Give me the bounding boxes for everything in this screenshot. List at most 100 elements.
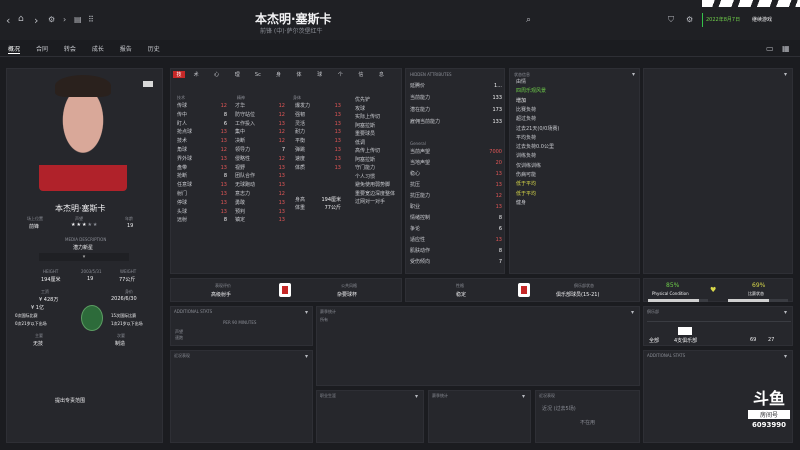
general-attr-value: 7: [498, 259, 502, 265]
hidden-attr-value: 133: [492, 119, 502, 125]
not-used-text: 不在用: [580, 420, 596, 426]
mental-attr-label: 意志力: [235, 191, 251, 197]
general-attr-label: 肌肤动作: [410, 248, 431, 254]
additional-title: ADDITIONAL STATS: [174, 309, 213, 314]
hidden-attr-value: 173: [492, 107, 502, 113]
physical-attr-row[interactable]: 体质 13: [295, 163, 341, 174]
general-attr-row[interactable]: 当前声望 7000: [410, 147, 502, 158]
attr-tab-7[interactable]: 球: [310, 71, 329, 78]
shield-icon[interactable]: ⛉: [668, 15, 674, 25]
settings-small-icon[interactable]: ⚙: [48, 15, 55, 24]
season-title: 赛季统计: [320, 309, 336, 314]
attr-tab-9[interactable]: 信: [351, 71, 370, 78]
style-value: 杂要球杯: [337, 292, 358, 298]
next-icon[interactable]: ›: [63, 15, 66, 24]
general-attr-label: 职业: [410, 204, 421, 210]
status-expand-icon[interactable]: ▾: [632, 71, 635, 78]
tab-transfer[interactable]: 转会: [64, 46, 76, 53]
attr-tab-10[interactable]: 息: [372, 71, 391, 78]
forward-icon[interactable]: ›: [34, 14, 38, 27]
attr-tab-8[interactable]: 个: [331, 71, 350, 78]
attr-tab-5[interactable]: 身: [269, 71, 288, 78]
layout-icon[interactable]: ▦: [782, 44, 790, 53]
tab-report[interactable]: 报告: [120, 46, 132, 53]
mental-attr-label: 侵略性: [235, 155, 251, 162]
mental-attr-value: 13: [278, 217, 285, 224]
watermark-room-label: 房间号: [748, 410, 790, 419]
extra-expand-icon[interactable]: ▾: [784, 353, 787, 360]
status-panel: 状态信息 ▾ 由情 四周乐观风景 增加 比赛负荷 超过负荷 过去21天(0/0场赛) 平均负…: [509, 68, 640, 274]
technical-attr-label: 盘带: [177, 164, 188, 171]
physical-attr-label: 平衡: [295, 138, 306, 145]
tab-contract[interactable]: 合同: [36, 46, 48, 53]
technical-attr-label: 盯人: [177, 120, 188, 127]
back-icon[interactable]: ‹: [6, 14, 10, 27]
attr-tab-1[interactable]: 术: [187, 71, 206, 78]
tab-development[interactable]: 成长: [92, 46, 104, 53]
menu-icon[interactable]: ▤: [74, 15, 82, 24]
per90-label: PER 90 MINUTES: [223, 320, 257, 325]
attr-tab-2[interactable]: 心: [207, 71, 226, 78]
home-icon[interactable]: ⌂: [18, 14, 24, 24]
general-attr-label: 抗压能力: [410, 193, 431, 199]
general-attr-label: 稳心: [410, 171, 421, 177]
general-attr-label: 争论: [410, 226, 421, 232]
reputation-stars: ★★★★★: [71, 222, 99, 228]
tab-history[interactable]: 历史: [148, 46, 160, 53]
hidden-attr-row[interactable]: 潜在能力 173: [410, 105, 502, 116]
status-item: 健身: [516, 199, 527, 206]
attr-tab-4[interactable]: Sc: [248, 72, 267, 78]
date-widget[interactable]: 2022年8月7日: [702, 13, 744, 27]
general-attr-row[interactable]: 当地声望 20: [410, 158, 502, 169]
sharpness-label: 比赛状态: [748, 291, 764, 296]
general-attr-value: 8: [498, 248, 502, 254]
mental-attr-row[interactable]: 镇定 13: [235, 215, 285, 226]
position-value: 前锋: [29, 224, 40, 230]
mental-attr-label: 视野: [235, 164, 246, 171]
attr-tab-0[interactable]: 技: [173, 71, 185, 78]
search-icon[interactable]: ⌕: [526, 15, 531, 25]
grid-icon[interactable]: ⠿: [88, 15, 94, 24]
player-name-title: 本杰明·塞斯卡: [255, 12, 332, 26]
career-panel: 职业生涯 ▾: [316, 390, 424, 443]
general-attr-row[interactable]: 职业 13: [410, 202, 502, 213]
media-dropdown[interactable]: ▾: [39, 253, 129, 261]
physical-attr-value: 13: [334, 164, 341, 171]
hidden-attr-row[interactable]: 雇佣当前能力 133: [410, 117, 502, 128]
general-attr-row[interactable]: 争论 6: [410, 224, 502, 235]
general-attr-value: 13: [495, 171, 502, 177]
general-attr-row[interactable]: 抗压 13: [410, 180, 502, 191]
right-panel-expand-icon[interactable]: ▾: [784, 71, 787, 78]
season-expand-icon[interactable]: ▾: [631, 309, 634, 316]
career-expand-icon[interactable]: ▾: [415, 393, 418, 400]
comment-icon[interactable]: ▭: [766, 44, 774, 53]
media-desc-label: MEDIA DESCRIPTION: [65, 237, 107, 242]
general-attr-value: 13: [495, 237, 502, 243]
general-attr-row[interactable]: 肌肤动作 8: [410, 246, 502, 257]
gear-icon[interactable]: ⚙: [686, 15, 693, 24]
tab-overview[interactable]: 概况: [8, 46, 21, 54]
hidden-attr-row[interactable]: 当前能力 133: [410, 93, 502, 104]
hidden-attr-row[interactable]: 延腾价 1...: [410, 81, 502, 92]
continue-button[interactable]: 继续游戏: [752, 16, 772, 23]
clubs-expand-icon[interactable]: ▾: [784, 309, 787, 316]
mental-attr-label: 勇敢: [235, 199, 246, 206]
history-expand-icon[interactable]: ▾: [522, 393, 525, 400]
technical-attr-label: 传球: [177, 103, 188, 109]
general-attr-value: 7000: [489, 149, 502, 155]
clubs-badge: [678, 327, 692, 335]
history-panel: 赛季统计 ▾: [428, 390, 531, 443]
general-attr-value: 13: [495, 182, 502, 188]
general-attr-row[interactable]: 抗压能力 12: [410, 191, 502, 202]
attr-tab-3[interactable]: 理: [228, 71, 247, 78]
recent-expand-icon[interactable]: ▾: [305, 353, 308, 360]
general-attr-row[interactable]: 稳心 13: [410, 169, 502, 180]
attr-tab-6[interactable]: 体: [290, 71, 309, 78]
technical-attr-row[interactable]: 远射 8: [177, 215, 227, 226]
general-attr-row[interactable]: 受伤倾向 7: [410, 257, 502, 268]
general-attr-row[interactable]: 情绪控制 8: [410, 213, 502, 224]
additional-expand-icon[interactable]: ▾: [305, 309, 308, 316]
rating-label: 表现评价: [215, 283, 231, 288]
responsibility-button[interactable]: 提出专责范围: [55, 397, 85, 404]
general-attr-row[interactable]: 适应性 13: [410, 235, 502, 246]
